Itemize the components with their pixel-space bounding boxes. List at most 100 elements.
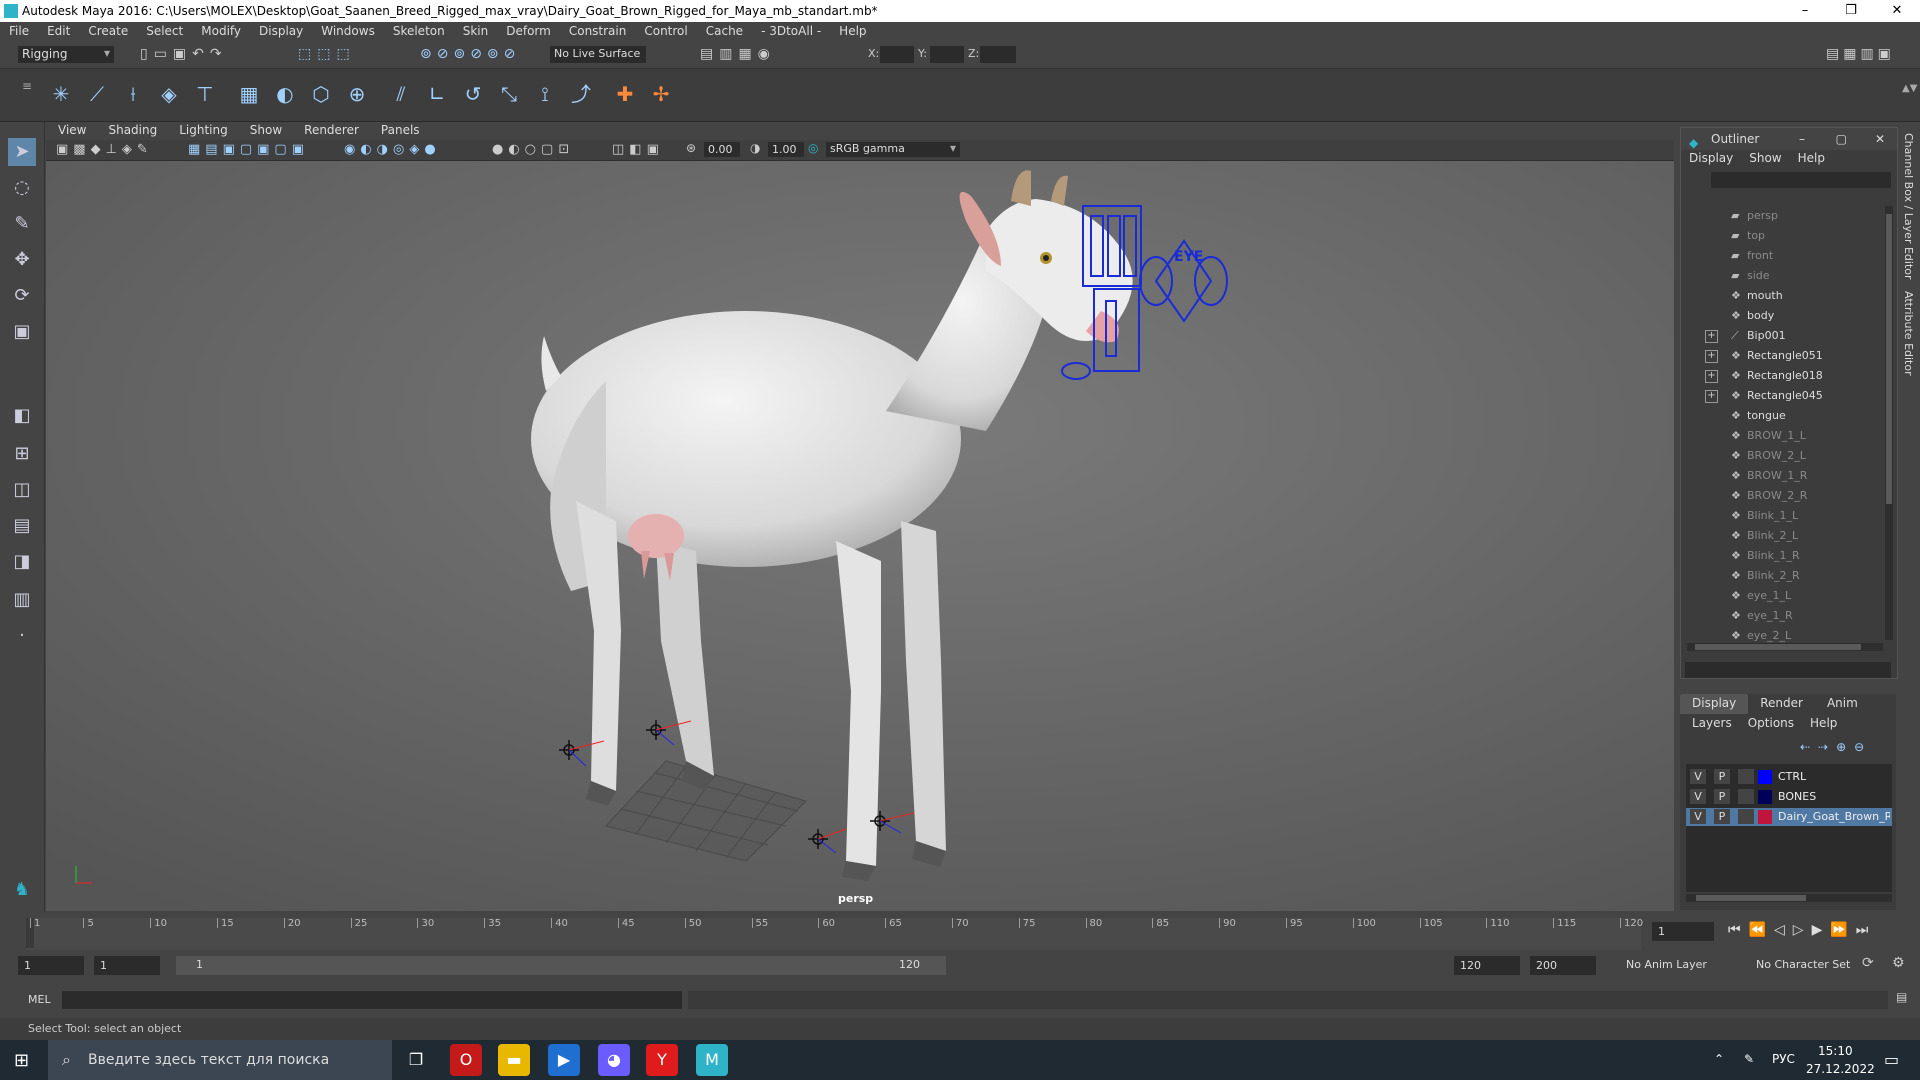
outliner-view-icon[interactable]: ▤	[8, 512, 36, 540]
panel-menu-item-5[interactable]: Panels	[369, 122, 430, 140]
rotate-tool-icon[interactable]: ⟳	[8, 282, 36, 310]
layer-menu-item-0[interactable]: Layers	[1684, 714, 1740, 734]
expand-icon[interactable]: +	[1705, 330, 1718, 343]
exposure-field[interactable]: 0.00	[704, 142, 740, 157]
expand-icon[interactable]: +	[1705, 350, 1718, 363]
selection-mask-icons[interactable]: ⬚⬚⬚	[298, 46, 356, 62]
menu-item-0[interactable]: File	[0, 22, 38, 42]
z-field[interactable]	[980, 46, 1016, 63]
menu-item-13[interactable]: - 3DtoAll -	[752, 22, 830, 42]
panel-options-icon[interactable]: ·	[8, 622, 36, 650]
layer-playback-toggle[interactable]: P	[1714, 789, 1730, 804]
maya-taskbar-icon[interactable]: M	[696, 1044, 728, 1076]
layer-type-toggle[interactable]	[1738, 809, 1754, 824]
single-view-icon[interactable]: ◧	[8, 402, 36, 430]
attribute-editor-tab[interactable]: Attribute Editor	[1902, 291, 1915, 376]
file-tools-icons[interactable]: ▯▭▣↶↷	[140, 46, 228, 62]
layer-tab-0[interactable]: Display	[1680, 694, 1749, 714]
outliner-item[interactable]: ❖ BROW_2_L	[1731, 446, 1806, 466]
smooth-bind-icon[interactable]: ◐	[272, 81, 298, 107]
playback-end-field[interactable]: 120	[1454, 956, 1520, 975]
layer-tab-2[interactable]: Anim	[1815, 694, 1870, 714]
menu-item-6[interactable]: Windows	[312, 22, 384, 42]
outliner-item[interactable]: ❖ tongue	[1731, 406, 1786, 426]
outliner-item[interactable]: ❖ eye_1_R	[1731, 606, 1793, 626]
colorspace-dropdown[interactable]: sRGB gamma ▾	[826, 141, 960, 157]
constraint-aim-icon[interactable]: ∟	[424, 81, 450, 107]
menu-item-5[interactable]: Display	[250, 22, 312, 42]
script-editor-icon[interactable]: ▤	[1896, 990, 1907, 1004]
character-set-dropdown[interactable]: No Character Set	[1756, 958, 1850, 971]
snap-icons[interactable]: ⊚⊘⊚⊘⊚⊘	[420, 46, 520, 62]
outliner-item[interactable]: ❖ eye_1_L	[1731, 586, 1791, 606]
panel-menu-item-2[interactable]: Lighting	[167, 122, 238, 140]
menu-item-9[interactable]: Deform	[497, 22, 560, 42]
constraint-scale-icon[interactable]: ⤡	[496, 81, 522, 107]
layer-visibility-toggle[interactable]: V	[1690, 789, 1706, 804]
outliner-filter-field[interactable]	[1685, 662, 1891, 678]
locator-icon[interactable]: ✚	[612, 81, 638, 107]
outliner-item[interactable]: ❖ BROW_1_R	[1731, 466, 1807, 486]
camera-tools-icons[interactable]: ▣▩◆⊥◈✎	[56, 142, 153, 157]
panel-menu-item-3[interactable]: Show	[238, 122, 292, 140]
layer-menu-item-1[interactable]: Options	[1740, 714, 1802, 734]
layer-action-icons[interactable]: ⇠⇢⊕⊖	[1800, 740, 1872, 754]
layer-row[interactable]: V P CTRL	[1686, 768, 1892, 786]
store-icon[interactable]: ▶	[548, 1044, 580, 1076]
layer-color-swatch[interactable]	[1758, 770, 1772, 784]
time-slider-track[interactable]: 1 5 10 15 20 25 30 35 40 45 50 55 60 65 70 75 80 85 90 95 10…	[26, 918, 1643, 950]
constraint-pole-icon[interactable]: ⤴	[568, 81, 594, 107]
menu-item-1[interactable]: Edit	[38, 22, 79, 42]
outliner-item[interactable]: ▰ front	[1731, 246, 1773, 266]
outliner-menu-item-1[interactable]: Show	[1741, 150, 1789, 168]
clock-time[interactable]: 15:10	[1818, 1044, 1853, 1058]
current-frame-field[interactable]: 1	[1652, 922, 1714, 941]
auto-key-icon[interactable]: ⚙	[1892, 955, 1905, 971]
outliner-item[interactable]: ▰ persp	[1731, 206, 1778, 226]
live-surface-field[interactable]: No Live Surface	[550, 46, 646, 63]
constraint-orient-icon[interactable]: ↺	[460, 81, 486, 107]
outliner-item[interactable]: ❖ BROW_1_L	[1731, 426, 1806, 446]
constraint-parent-icon[interactable]: ⟟	[532, 81, 558, 107]
menu-item-8[interactable]: Skin	[454, 22, 498, 42]
command-input[interactable]	[62, 991, 682, 1009]
menu-item-4[interactable]: Modify	[192, 22, 250, 42]
channel-box-tab[interactable]: Channel Box / Layer Editor	[1902, 133, 1915, 280]
outliner-item[interactable]: ▰ top	[1731, 226, 1765, 246]
menu-item-11[interactable]: Control	[635, 22, 696, 42]
outliner-item[interactable]: ▰ side	[1731, 266, 1770, 286]
layer-hscroll[interactable]	[1686, 894, 1892, 902]
layer-type-toggle[interactable]	[1738, 769, 1754, 784]
start-time-field[interactable]: 1	[18, 956, 84, 975]
y-field[interactable]	[930, 46, 964, 63]
layer-row[interactable]: VP Dairy_Goat_Brown_Rigged	[1686, 808, 1892, 826]
lighting-icons[interactable]: ●◐○▢⊡	[492, 142, 574, 157]
panel-menu-item-1[interactable]: Shading	[96, 122, 167, 140]
gamma-field[interactable]: 1.00	[768, 142, 804, 157]
outliner-item[interactable]: ❖ Rectangle018	[1731, 366, 1823, 386]
file-explorer-icon[interactable]: ▬	[498, 1044, 530, 1076]
outliner-item[interactable]: ❖ Blink_1_R	[1731, 546, 1800, 566]
layer-color-swatch[interactable]	[1758, 810, 1772, 824]
color-management-icon[interactable]: ◎	[808, 141, 818, 155]
viewport-scene[interactable]: EYE	[46, 161, 1674, 911]
layout-icons[interactable]: ▤▦▥▣	[1826, 46, 1895, 62]
outliner-item[interactable]: ❖ body	[1731, 306, 1774, 326]
move-tool-icon[interactable]: ✥	[8, 246, 36, 274]
outliner-vscroll[interactable]	[1885, 206, 1893, 640]
outliner-item[interactable]: ❖ Blink_2_R	[1731, 566, 1800, 586]
time-slider[interactable]: 1 5 10 15 20 25 30 35 40 45 50 55 60 65 70 75 80 85 90 95 10…	[0, 912, 1920, 952]
hypershade-view-icon[interactable]: ▥	[8, 586, 36, 614]
menu-item-10[interactable]: Constrain	[560, 22, 636, 42]
yandex-icon[interactable]: Y	[646, 1044, 678, 1076]
outliner-item[interactable]: ❖ BROW_2_R	[1731, 486, 1807, 506]
menu-item-3[interactable]: Select	[137, 22, 192, 42]
range-slider[interactable]: 1 120	[176, 956, 946, 975]
playback-start-field[interactable]: 1	[94, 956, 160, 975]
end-time-field[interactable]: 200	[1530, 956, 1596, 975]
constraint-point-icon[interactable]: ⫽	[388, 81, 414, 107]
menu-item-7[interactable]: Skeleton	[384, 22, 454, 42]
minimize-button[interactable]: –	[1782, 0, 1828, 22]
minimize-icon[interactable]: –	[1799, 128, 1805, 150]
orient-joint-icon[interactable]: ⊤	[192, 81, 218, 107]
